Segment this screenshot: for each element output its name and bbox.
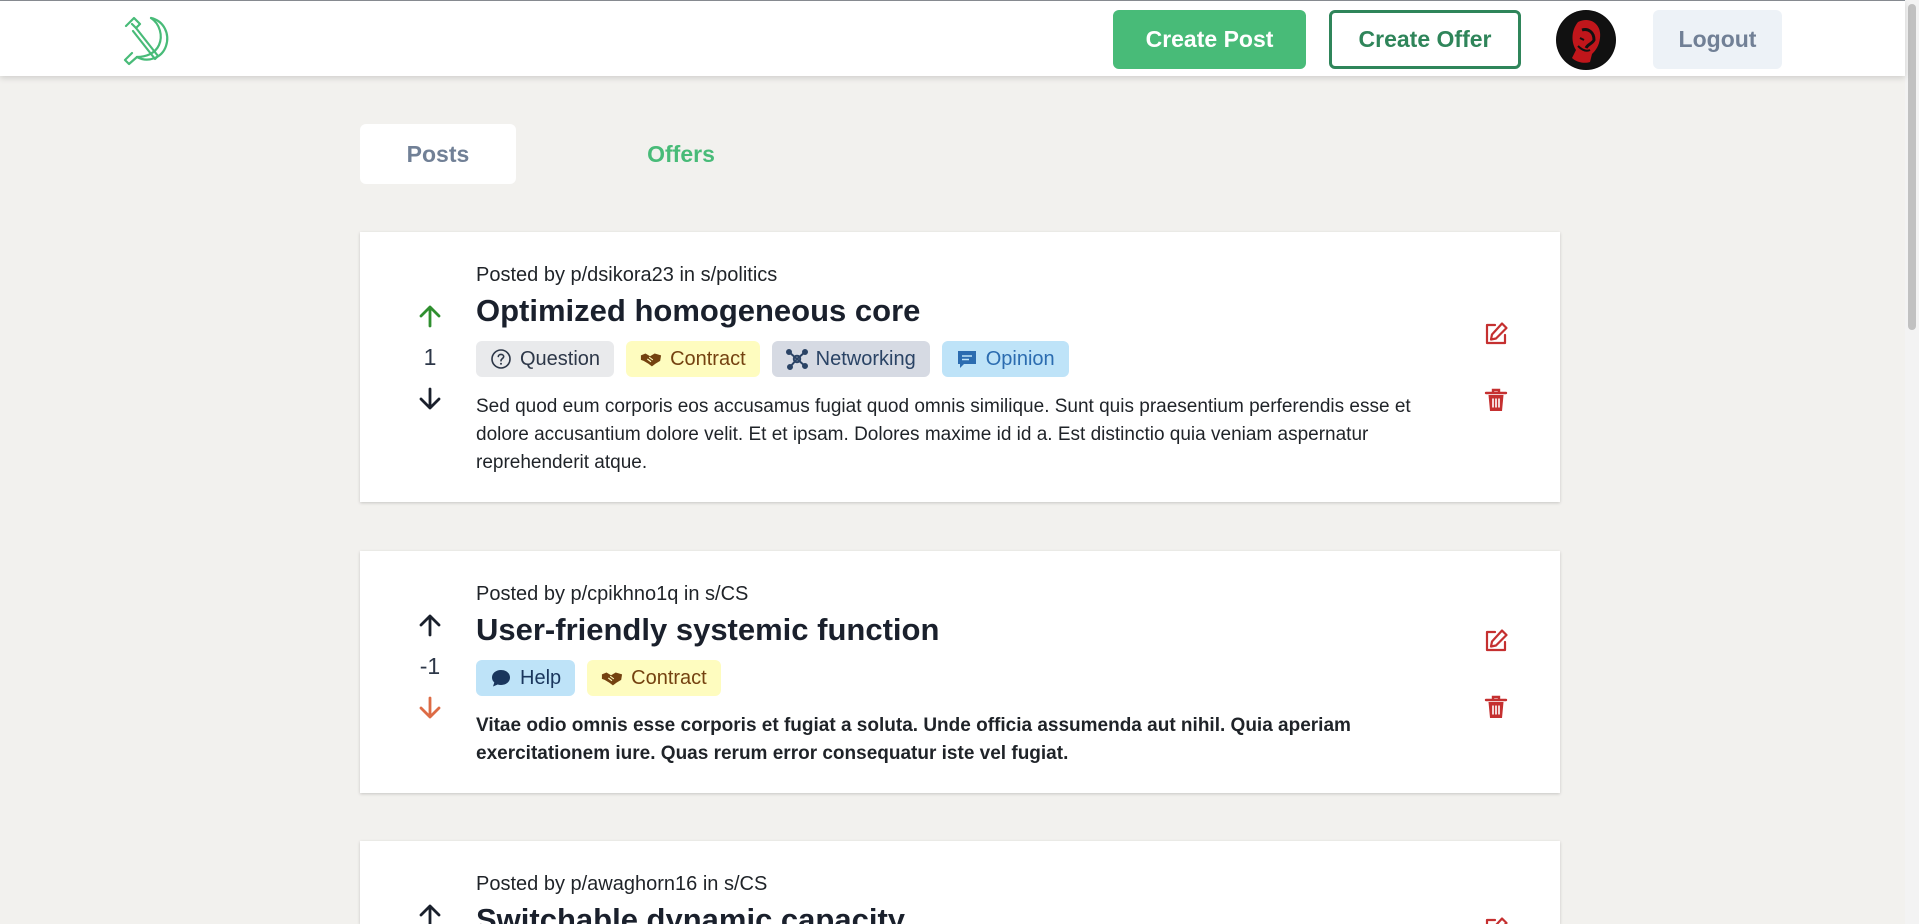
post-content: Posted by p/dsikora23 in s/politics Opti… [476, 264, 1440, 477]
upvote-arrow-icon[interactable] [416, 901, 444, 924]
chat-bubble-icon [492, 670, 510, 687]
post-actions [1482, 915, 1512, 924]
post-meta: Posted by p/dsikora23 in s/politics [476, 264, 778, 286]
post-content: Posted by p/awaghorn16 in s/CS Switchabl… [476, 873, 1440, 924]
hammer-sickle-logo-icon[interactable] [118, 12, 174, 68]
handshake-icon [640, 353, 662, 367]
post-body: Sed quod eum corporis eos accusamus fugi… [476, 396, 1411, 473]
tag-label: Networking [815, 347, 916, 370]
tag-opinion[interactable]: Opinion [941, 341, 1069, 377]
tag-label: Contract [631, 666, 707, 689]
post-title[interactable]: User-friendly systemic function [476, 612, 1440, 648]
post-meta: Posted by p/cpikhno1q in s/CS [476, 583, 749, 605]
vote-box: 1 [400, 302, 460, 413]
scrollbar-thumb[interactable] [1908, 4, 1916, 330]
tag-question[interactable]: Question [476, 341, 615, 377]
post-actions [1482, 627, 1512, 721]
edit-icon[interactable] [1482, 915, 1510, 924]
handshake-icon [602, 672, 623, 686]
tag-list: Question Contract Networking Opinion [476, 341, 1440, 377]
create-post-button[interactable]: Create Post [1113, 10, 1306, 69]
tab-posts[interactable]: Posts [360, 124, 516, 184]
vote-box [400, 901, 460, 924]
tag-help[interactable]: Help [476, 660, 576, 696]
vote-box: -1 [400, 611, 460, 722]
tab-offers[interactable]: Offers [580, 124, 782, 184]
tag-contract[interactable]: Contract [587, 660, 721, 696]
post-content: Posted by p/cpikhno1q in s/CS User-frien… [476, 583, 1440, 768]
tag-label: Help [520, 666, 562, 689]
tag-label: Question [520, 347, 601, 370]
downvote-arrow-icon[interactable] [416, 694, 444, 722]
trash-icon[interactable] [1482, 386, 1510, 414]
create-offer-button[interactable]: Create Offer [1329, 10, 1521, 69]
upvote-arrow-icon[interactable] [416, 302, 444, 330]
network-icon [785, 349, 808, 370]
post-card: 1 Posted by p/dsikora23 in s/politics Op… [360, 232, 1560, 502]
avatar-portrait-icon [1557, 11, 1615, 69]
edit-icon[interactable] [1482, 627, 1510, 655]
tag-label: Contract [670, 347, 746, 370]
post-meta: Posted by p/awaghorn16 in s/CS [476, 873, 768, 895]
trash-icon[interactable] [1482, 693, 1510, 721]
navbar: Create Post Create Offer Logout [0, 1, 1905, 76]
avatar[interactable] [1556, 10, 1616, 70]
downvote-arrow-icon[interactable] [416, 385, 444, 413]
tag-contract[interactable]: Contract [626, 341, 760, 377]
post-title[interactable]: Optimized homogeneous core [476, 293, 1440, 329]
tag-label: Opinion [985, 347, 1055, 370]
tag-networking[interactable]: Networking [771, 341, 930, 377]
post-card: Posted by p/awaghorn16 in s/CS Switchabl… [360, 841, 1560, 924]
logout-button[interactable]: Logout [1653, 10, 1782, 69]
question-icon [491, 349, 511, 369]
comment-icon [957, 351, 976, 368]
vote-score: 1 [423, 344, 437, 370]
tag-list: Help Contract [476, 660, 1440, 696]
post-actions [1482, 320, 1512, 414]
post-title[interactable]: Switchable dynamic capacity [476, 902, 1440, 924]
post-body: Vitae odio omnis esse corporis et fugiat… [476, 715, 1351, 764]
post-card: -1 Posted by p/cpikhno1q in s/CS User-fr… [360, 551, 1560, 793]
vote-score: -1 [419, 653, 441, 679]
upvote-arrow-icon[interactable] [416, 611, 444, 639]
edit-icon[interactable] [1482, 320, 1510, 348]
